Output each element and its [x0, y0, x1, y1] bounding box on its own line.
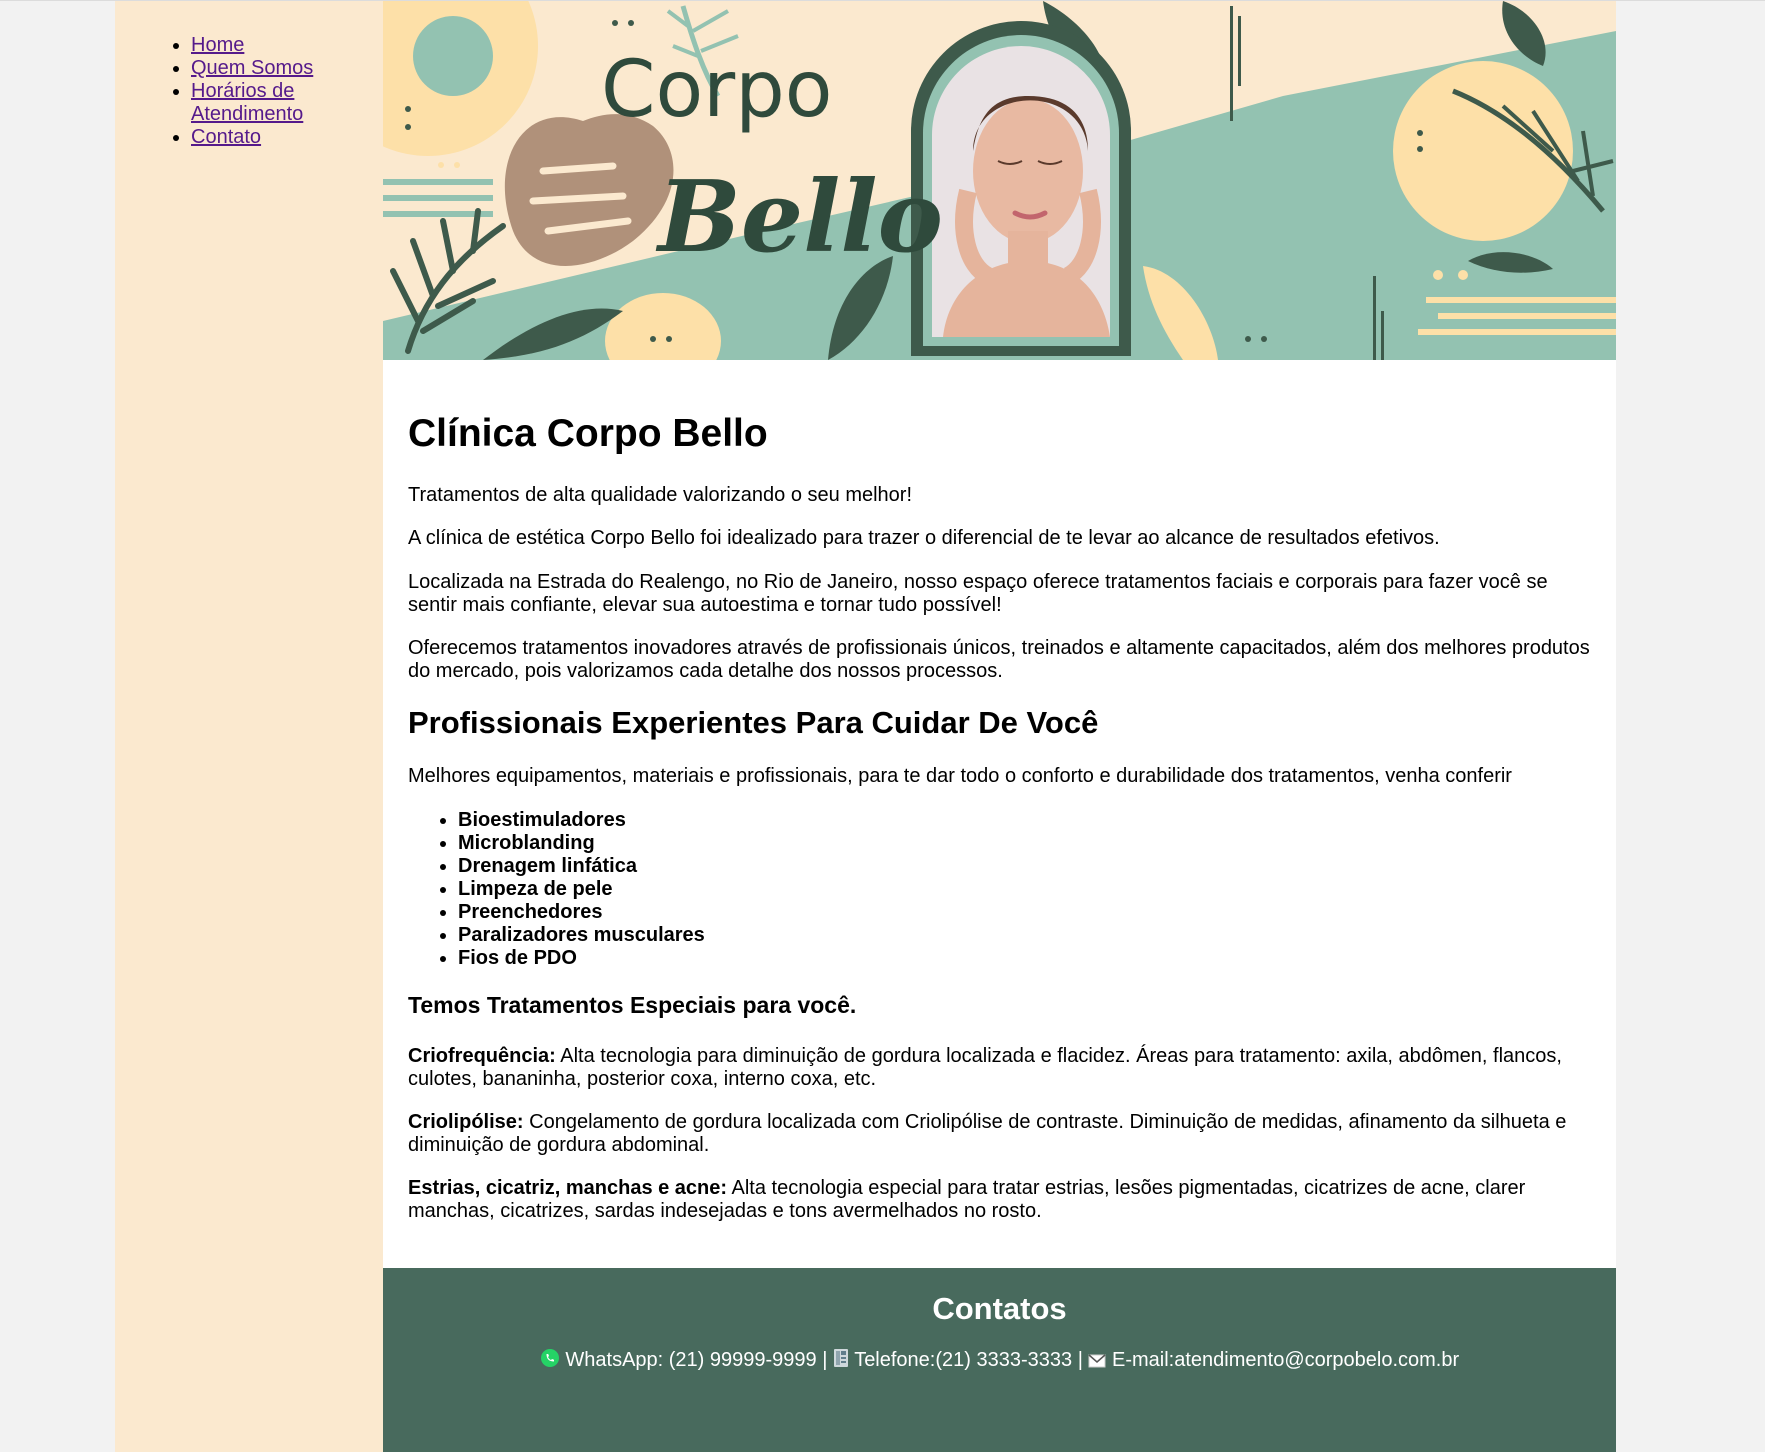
brand-corpo: Corpo	[601, 45, 833, 135]
list-item: Drenagem linfática	[458, 855, 705, 878]
main-content: Clínica Corpo Bello Tratamentos de alta …	[383, 360, 1616, 1268]
intro-paragraph-1: Tratamentos de alta qualidade valorizand…	[408, 484, 913, 506]
sidebar: Home Quem Somos Horários de Atendimento …	[115, 1, 383, 1452]
list-item: Microblanding	[458, 832, 705, 855]
nav-item-contato: Contato	[191, 126, 341, 149]
list-item: Fios de PDO	[458, 947, 705, 970]
special-text: Congelamento de gordura localizada com C…	[408, 1111, 1567, 1156]
special-label: Criolipólise:	[408, 1111, 524, 1133]
section-heading: Profissionais Experientes Para Cuidar De…	[408, 705, 1099, 740]
hero-banner: Corpo Bello	[383, 1, 1616, 360]
intro-paragraph-3: Localizada na Estrada do Realengo, no Ri…	[408, 571, 1548, 616]
page-container: Home Quem Somos Horários de Atendimento …	[115, 1, 1616, 1452]
whatsapp-text: WhatsApp: (21) 99999-9999	[565, 1349, 817, 1371]
special-estrias: Estrias, cicatriz, manchas e acne: Alta …	[408, 1177, 1598, 1223]
nav-item-quem-somos: Quem Somos	[191, 57, 341, 80]
contact-line: WhatsApp: (21) 99999-9999 | Telefone:(21…	[383, 1348, 1616, 1374]
separator: |	[816, 1349, 833, 1371]
footer: Contatos WhatsApp: (21) 99999-9999 | Tel…	[383, 1268, 1616, 1452]
email-text[interactable]: E-mail:atendimento@corpobelo.com.br	[1112, 1349, 1459, 1371]
nav-link-horarios[interactable]: Horários de Atendimento	[191, 80, 303, 125]
brand-bello: Bello	[655, 160, 943, 275]
page-title: Clínica Corpo Bello	[408, 412, 768, 455]
banner-artwork: Corpo Bello	[383, 1, 1616, 360]
list-item: Bioestimuladores	[458, 809, 705, 832]
nav-link-home[interactable]: Home	[191, 34, 244, 56]
treatments-list: Bioestimuladores Microblanding Drenagem …	[408, 809, 705, 970]
nav-link-contato[interactable]: Contato	[191, 126, 261, 148]
section-paragraph: Melhores equipamentos, materiais e profi…	[408, 765, 1512, 787]
list-item: Preenchedores	[458, 901, 705, 924]
nav-menu: Home Quem Somos Horários de Atendimento …	[191, 34, 341, 149]
mint-circle	[413, 16, 493, 96]
nav-item-horarios: Horários de Atendimento	[191, 80, 341, 126]
special-criofrequencia: Criofrequência: Alta tecnologia para dim…	[408, 1045, 1598, 1091]
special-criolipolise: Criolipólise: Congelamento de gordura lo…	[408, 1111, 1598, 1157]
special-heading: Temos Tratamentos Especiais para você.	[408, 992, 857, 1018]
intro-paragraph-2: A clínica de estética Corpo Bello foi id…	[408, 527, 1440, 549]
list-item: Limpeza de pele	[458, 878, 705, 901]
envelope-icon	[1088, 1350, 1106, 1374]
footer-title: Contatos	[932, 1291, 1067, 1326]
special-label: Estrias, cicatriz, manchas e acne:	[408, 1177, 728, 1199]
whatsapp-icon	[540, 1348, 560, 1374]
nav-item-home: Home	[191, 34, 341, 57]
nav-link-quem-somos[interactable]: Quem Somos	[191, 57, 313, 79]
list-item: Paralizadores musculares	[458, 924, 705, 947]
phone-icon	[833, 1348, 849, 1374]
special-label: Criofrequência:	[408, 1045, 556, 1067]
intro-paragraph-4: Oferecemos tratamentos inovadores atravé…	[408, 637, 1590, 682]
special-text: Alta tecnologia para diminuição de gordu…	[408, 1045, 1562, 1090]
separator: |	[1072, 1349, 1089, 1371]
phone-text: Telefone:(21) 3333-3333	[854, 1349, 1073, 1371]
